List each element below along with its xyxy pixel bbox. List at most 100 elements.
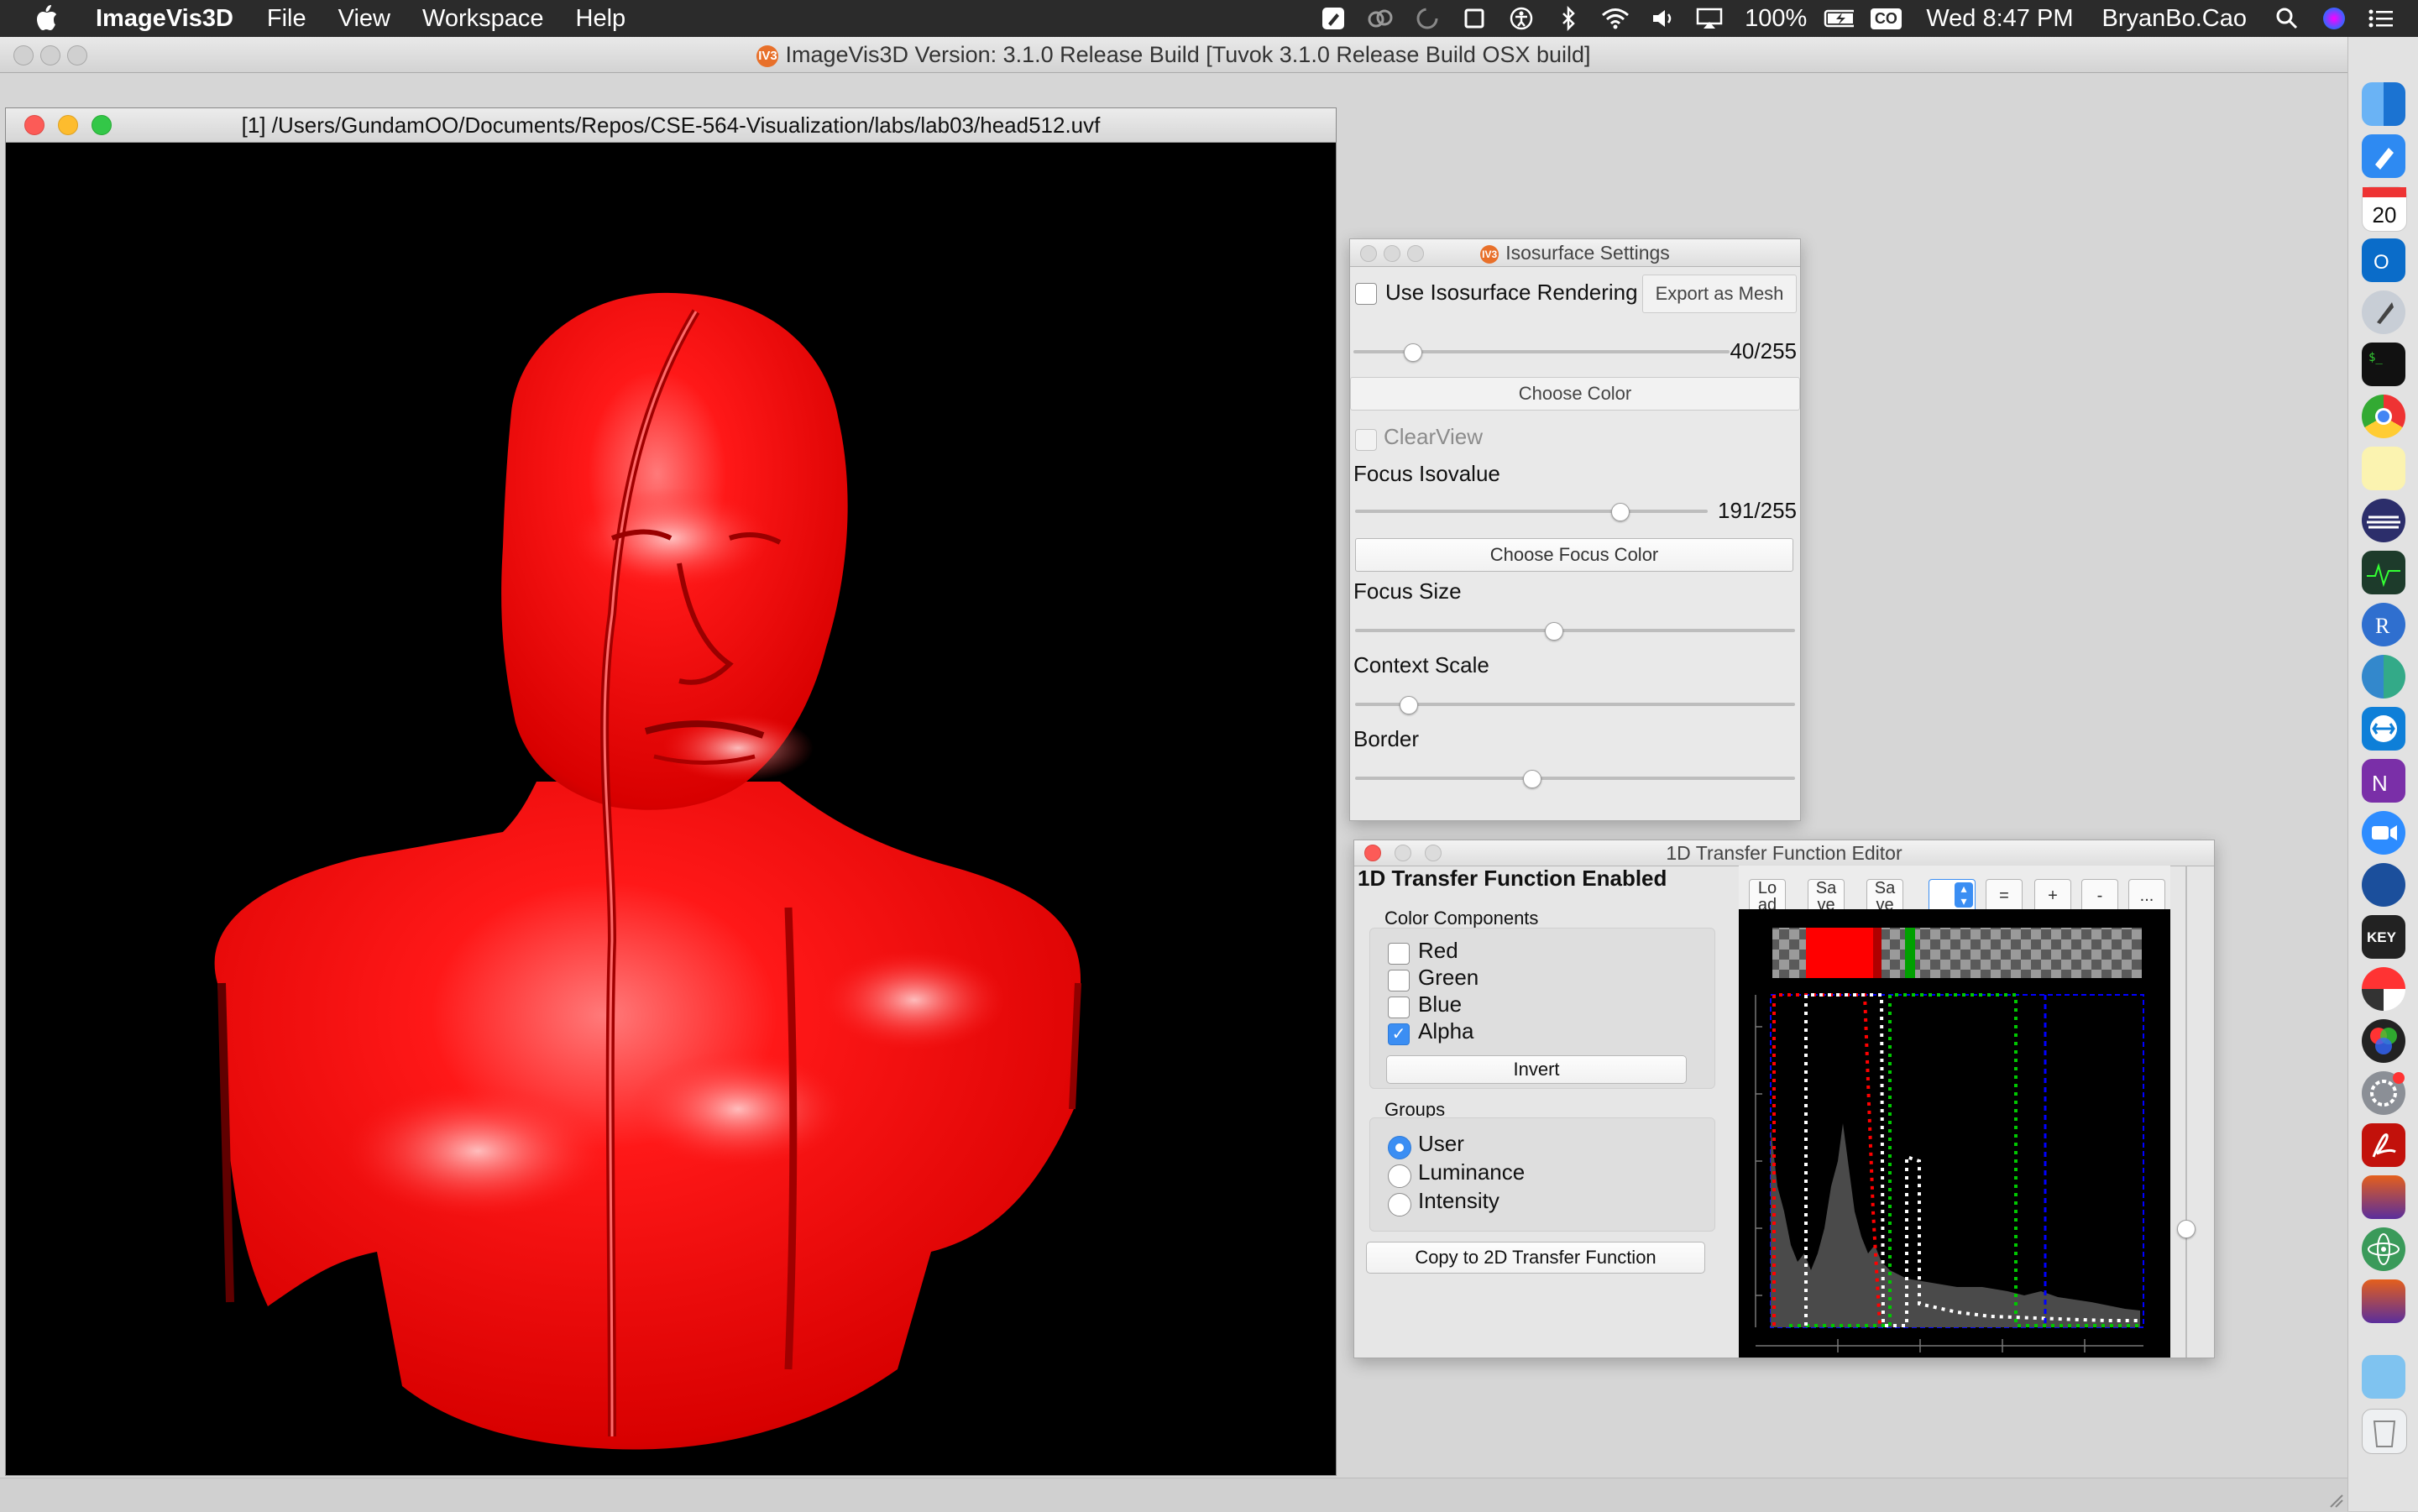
isosurface-settings-titlebar[interactable]: IV3 Isosurface Settings bbox=[1350, 239, 1800, 267]
calendar-icon[interactable]: 20 bbox=[2362, 186, 2407, 232]
context-scale-slider-track[interactable] bbox=[1355, 703, 1795, 706]
outlook-icon[interactable]: O bbox=[2362, 238, 2405, 282]
more-button[interactable]: ... bbox=[2128, 879, 2165, 913]
save-button[interactable]: Sa ve bbox=[1808, 879, 1845, 913]
tf-minimize-button[interactable] bbox=[1395, 845, 1411, 861]
terminal-icon[interactable]: $_ bbox=[2362, 343, 2405, 386]
tf-mode-select[interactable]: ▴ ▾ bbox=[1929, 879, 1976, 913]
bluetooth-icon[interactable] bbox=[1553, 6, 1583, 31]
context-scale-slider-thumb[interactable] bbox=[1399, 696, 1418, 714]
group-intensity-radio[interactable] bbox=[1388, 1193, 1411, 1216]
clearview-checkbox[interactable] bbox=[1355, 429, 1377, 451]
resize-grip-icon[interactable] bbox=[2327, 1492, 2344, 1509]
trash-icon[interactable] bbox=[2362, 1409, 2407, 1454]
spotlight-search-icon[interactable] bbox=[2272, 6, 2302, 31]
volume-render-viewport[interactable] bbox=[8, 144, 1334, 1475]
stickies-icon[interactable] bbox=[2362, 447, 2405, 490]
network-app-icon[interactable] bbox=[2362, 655, 2405, 698]
invert-button[interactable]: Invert bbox=[1386, 1055, 1687, 1084]
airplay-icon[interactable] bbox=[1694, 6, 1725, 31]
save-as-button[interactable]: Sa ve bbox=[1866, 879, 1903, 913]
sync-icon[interactable] bbox=[1412, 6, 1442, 31]
qq-browser-icon[interactable] bbox=[2362, 863, 2405, 907]
close-button[interactable] bbox=[13, 45, 34, 65]
render-window-titlebar[interactable]: [1] /Users/GundamOO/Documents/Repos/CSE-… bbox=[6, 108, 1336, 143]
tf-scroll-track[interactable] bbox=[2185, 866, 2187, 1358]
accessibility-icon[interactable] bbox=[1506, 6, 1536, 31]
red-checkbox[interactable] bbox=[1388, 943, 1410, 965]
border-slider-thumb[interactable] bbox=[1522, 770, 1541, 788]
atom-icon[interactable] bbox=[2362, 1227, 2405, 1271]
input-source-icon[interactable]: CO bbox=[1870, 6, 1902, 31]
tf-close-button[interactable] bbox=[1364, 845, 1381, 861]
chrome-icon[interactable] bbox=[2362, 395, 2405, 438]
render-minimize-button[interactable] bbox=[58, 115, 78, 135]
border-slider-track[interactable] bbox=[1355, 777, 1795, 780]
onenote-icon[interactable]: N bbox=[2362, 759, 2405, 803]
iso-minimize-button[interactable] bbox=[1384, 245, 1400, 262]
menu-file[interactable]: File bbox=[267, 5, 306, 33]
transfer-function-canvas[interactable] bbox=[1739, 909, 2170, 1358]
siri-icon[interactable] bbox=[2319, 6, 2349, 31]
choose-color-button[interactable]: Choose Color bbox=[1350, 377, 1800, 411]
menu-help[interactable]: Help bbox=[576, 5, 626, 33]
focus-size-slider-thumb[interactable] bbox=[1544, 622, 1563, 641]
imagevis3d-icon-2[interactable] bbox=[2362, 1279, 2405, 1323]
menu-view[interactable]: View bbox=[338, 5, 390, 33]
plus-button[interactable]: + bbox=[2034, 879, 2071, 913]
use-isosurface-checkbox[interactable] bbox=[1355, 283, 1377, 305]
wifi-icon[interactable] bbox=[1600, 6, 1630, 31]
minimize-button[interactable] bbox=[40, 45, 60, 65]
render-zoom-button[interactable] bbox=[92, 115, 112, 135]
color-app-icon[interactable] bbox=[2362, 1019, 2405, 1063]
minus-button[interactable]: - bbox=[2081, 879, 2118, 913]
alpha-checkbox[interactable]: ✓ bbox=[1388, 1023, 1410, 1045]
pen-app-icon[interactable] bbox=[2362, 134, 2405, 178]
menu-workspace[interactable]: Workspace bbox=[422, 5, 544, 33]
iso-zoom-button[interactable] bbox=[1407, 245, 1424, 262]
tf-scroll-thumb[interactable] bbox=[2177, 1220, 2196, 1238]
activity-monitor-icon[interactable] bbox=[2362, 551, 2405, 594]
zoom-app-icon[interactable] bbox=[2362, 811, 2405, 855]
focus-isovalue-slider-track[interactable] bbox=[1355, 510, 1708, 513]
pen-icon[interactable] bbox=[1318, 6, 1348, 31]
creative-cloud-icon[interactable] bbox=[1365, 6, 1395, 31]
r-app-icon[interactable]: R bbox=[2362, 603, 2405, 646]
apple-menu-icon[interactable] bbox=[34, 4, 59, 33]
teamviewer-icon[interactable] bbox=[2362, 707, 2405, 751]
equals-button[interactable]: = bbox=[1986, 879, 2023, 913]
group-user-radio[interactable] bbox=[1388, 1136, 1411, 1159]
keynote-icon[interactable]: KEY bbox=[2362, 915, 2405, 959]
iso-close-button[interactable] bbox=[1360, 245, 1377, 262]
tf-zoom-button[interactable] bbox=[1425, 845, 1442, 861]
focus-size-slider-track[interactable] bbox=[1355, 629, 1795, 632]
export-as-mesh-button[interactable]: Export as Mesh bbox=[1642, 275, 1797, 313]
volume-icon[interactable] bbox=[1647, 6, 1677, 31]
battery-icon[interactable] bbox=[1824, 6, 1855, 31]
load-button[interactable]: Lo ad bbox=[1749, 879, 1786, 913]
eclipse-icon[interactable] bbox=[2362, 499, 2405, 542]
finder-icon[interactable] bbox=[2362, 82, 2405, 126]
render-close-button[interactable] bbox=[24, 115, 44, 135]
group-luminance-radio[interactable] bbox=[1388, 1164, 1411, 1188]
isovalue-slider-thumb[interactable] bbox=[1404, 343, 1423, 362]
choose-focus-color-button[interactable]: Choose Focus Color bbox=[1355, 538, 1793, 572]
blue-checkbox[interactable] bbox=[1388, 997, 1410, 1018]
window-icon[interactable] bbox=[1459, 6, 1489, 31]
user-name[interactable]: BryanBo.Cao bbox=[2102, 5, 2248, 33]
notification-center-icon[interactable] bbox=[2366, 6, 2396, 31]
imagevis3d-icon[interactable] bbox=[2362, 1175, 2405, 1219]
app-menu[interactable]: ImageVis3D bbox=[96, 5, 233, 33]
focus-isovalue-slider-thumb[interactable] bbox=[1610, 503, 1630, 521]
main-window-titlebar[interactable]: IV3 ImageVis3D Version: 3.1.0 Release Bui… bbox=[0, 37, 2347, 73]
tf-editor-titlebar[interactable]: 1D Transfer Function Editor bbox=[1354, 840, 2214, 866]
davinci-icon[interactable] bbox=[2362, 967, 2405, 1011]
downloads-folder-icon[interactable] bbox=[2362, 1355, 2405, 1399]
launchpad-icon[interactable] bbox=[2362, 290, 2405, 334]
clock[interactable]: Wed 8:47 PM bbox=[1926, 5, 2073, 33]
green-checkbox[interactable] bbox=[1388, 970, 1410, 991]
zoom-button[interactable] bbox=[67, 45, 87, 65]
copy-to-2d-button[interactable]: Copy to 2D Transfer Function bbox=[1366, 1242, 1705, 1274]
system-preferences-icon[interactable] bbox=[2362, 1071, 2405, 1115]
acrobat-icon[interactable] bbox=[2362, 1123, 2405, 1167]
